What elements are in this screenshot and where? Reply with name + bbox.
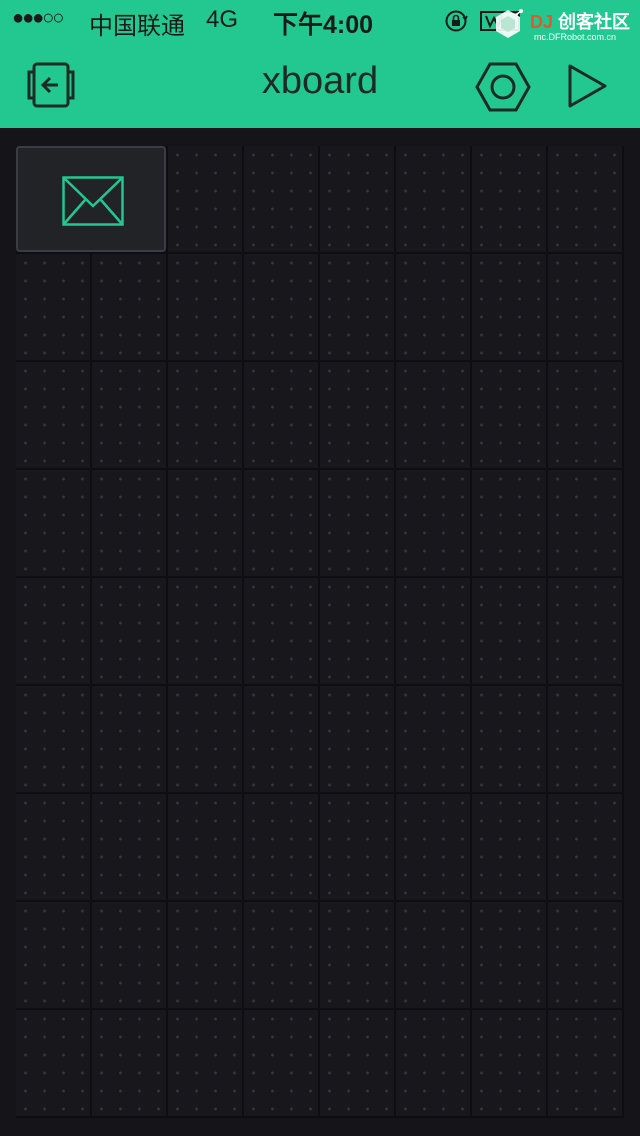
watermark-brand-prefix: DJ — [530, 12, 554, 32]
envelope-icon — [62, 176, 124, 226]
app-bar: xboard — [0, 40, 640, 128]
watermark: DJ 创客社区 mc.DFRobot.com.cn — [490, 2, 640, 42]
app-screen: ●●●○○ 中国联通 4G 下午4:00 DJ 创客社区 mc.DFRobot.… — [0, 0, 640, 1136]
watermark-brand: DJ 创客社区 — [530, 8, 630, 34]
status-bar: ●●●○○ 中国联通 4G 下午4:00 DJ 创客社区 mc.DFRobot.… — [0, 0, 640, 42]
project-title: xboard — [261, 60, 379, 102]
watermark-brand-text: 创客社区 — [558, 12, 631, 32]
carrier-name: 中国联通 — [89, 13, 185, 40]
top-header: ●●●○○ 中国联通 4G 下午4:00 DJ 创客社区 mc.DFRobot.… — [0, 0, 640, 128]
signal-strength: ●●●○○ — [12, 7, 64, 29]
exit-device-icon — [27, 62, 75, 108]
widget-canvas[interactable] — [16, 146, 624, 1118]
play-triangle-icon — [568, 64, 607, 108]
status-time: 下午4:00 — [273, 11, 374, 39]
rotation-lock-icon — [445, 10, 468, 32]
email-widget[interactable] — [16, 146, 166, 252]
network-type: 4G — [206, 6, 239, 33]
dfrobot-logo-icon — [496, 9, 523, 38]
hexagon-settings-icon — [475, 62, 531, 112]
project-settings-button[interactable] — [474, 60, 532, 114]
exit-project-button[interactable] — [22, 60, 80, 110]
play-button[interactable] — [564, 62, 610, 110]
